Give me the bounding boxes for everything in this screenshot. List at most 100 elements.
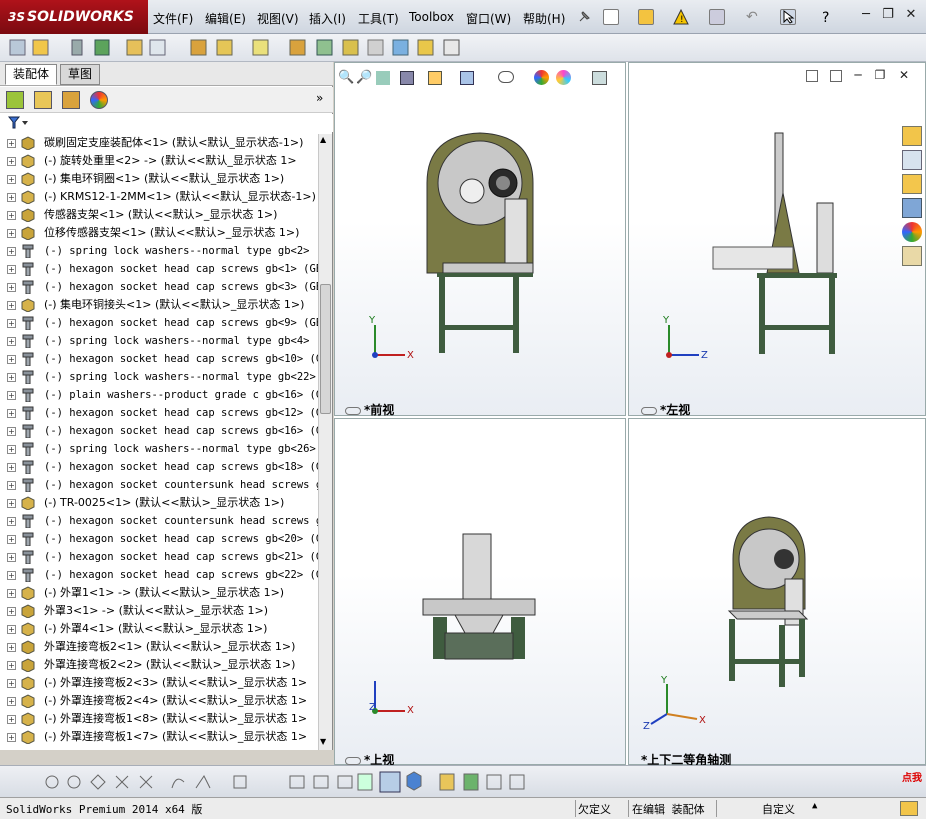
tree-item[interactable]: + (-) hexagon socket head cap screws gb<1… [0, 350, 318, 368]
home-icon[interactable] [902, 126, 922, 146]
new-document-icon[interactable] [603, 9, 619, 25]
open-folder-icon[interactable] [638, 9, 654, 25]
tree-item[interactable]: + (-) spring lock washers--normal type gb… [0, 368, 318, 386]
expand-toggle-icon[interactable]: + [7, 211, 16, 220]
tree-item[interactable]: + (-) hexagon socket head cap screws gb<1… [0, 422, 318, 440]
tree-item[interactable]: + (-) hexagon socket head cap screws gb<2… [0, 530, 318, 548]
tree-item[interactable]: + (-) spring lock washers--normal type gb… [0, 242, 318, 260]
tree-item[interactable]: + (-) 旋转处重里<2> -> (默认<<默认_显示状态 1> [0, 152, 318, 170]
section-view-icon[interactable] [400, 71, 414, 85]
tree-item[interactable]: + (-) 外罩连接弯板1<7> (默认<<默认>_显示状态 1> [0, 728, 318, 746]
tree-item[interactable]: + (-) TR-0025<1> (默认<<默认>_显示状态 1>) [0, 494, 318, 512]
expand-toggle-icon[interactable]: + [7, 517, 16, 526]
dynamic-annotation-icon[interactable] [428, 71, 442, 85]
expand-toggle-icon[interactable]: + [7, 715, 16, 724]
menu-tools[interactable]: 工具(T) [358, 10, 399, 27]
expand-chevron-icon[interactable]: » [316, 91, 323, 105]
apply-scene-icon[interactable] [556, 70, 571, 85]
design-library-icon[interactable] [902, 150, 922, 170]
corner-badge[interactable]: 点我 [902, 769, 926, 789]
tree-item[interactable]: + (-) spring lock washers--normal type gb… [0, 440, 318, 458]
scroll-down-icon[interactable]: ▼ [320, 737, 326, 746]
expand-toggle-icon[interactable]: + [7, 481, 16, 490]
menu-window[interactable]: 窗口(W) [466, 10, 511, 27]
tree-item[interactable]: + (-) hexagon socket head cap screws gb<2… [0, 566, 318, 584]
expand-toggle-icon[interactable]: + [7, 265, 16, 274]
tree-item[interactable]: + (-) 外罩连接弯板2<3> (默认<<默认>_显示状态 1> [0, 674, 318, 692]
menu-insert[interactable]: 插入(I) [309, 10, 346, 27]
tree-item[interactable]: + 外罩3<1> -> (默认<<默认>_显示状态 1>) [0, 602, 318, 620]
doc-restore-icon[interactable]: ❐ [872, 68, 888, 84]
expand-toggle-icon[interactable]: + [7, 625, 16, 634]
expand-toggle-icon[interactable]: + [7, 157, 16, 166]
expand-toggle-icon[interactable]: + [7, 193, 16, 202]
units-dropdown-icon[interactable]: ▲ [812, 801, 817, 811]
scroll-up-icon[interactable]: ▲ [320, 135, 326, 144]
expand-toggle-icon[interactable]: + [7, 139, 16, 148]
expand-toggle-icon[interactable]: + [7, 535, 16, 544]
scroll-thumb[interactable] [320, 284, 331, 414]
expand-toggle-icon[interactable]: + [7, 445, 16, 454]
tab-assembly[interactable]: 装配体 [5, 64, 58, 85]
tree-item[interactable]: + (-) hexagon socket head cap screws gb<3… [0, 278, 318, 296]
view-orientation-icon[interactable] [460, 71, 474, 85]
undo-icon[interactable]: ↶ [746, 9, 762, 25]
tree-item[interactable]: + 位移传感器支架<1> (默认<<默认>_显示状态 1>) [0, 224, 318, 242]
expand-toggle-icon[interactable]: + [7, 607, 16, 616]
tree-item[interactable]: + (-) hexagon socket head cap screws gb<2… [0, 548, 318, 566]
graphics-area[interactable]: Y X *前视 Y Z *左视 Z X *上视 Y Z X *上下二等角轴测 🔍… [334, 62, 926, 767]
expand-toggle-icon[interactable]: + [7, 319, 16, 328]
tree-item[interactable]: + 外罩连接弯板2<1> (默认<<默认>_显示状态 1>) [0, 638, 318, 656]
expand-toggle-icon[interactable]: + [7, 733, 16, 742]
tree-item[interactable]: + (-) spring lock washers--normal type gb… [0, 332, 318, 350]
tree-item[interactable]: + (-) hexagon socket head cap screws gb<1… [0, 458, 318, 476]
hide-show-items-icon[interactable] [498, 71, 514, 83]
expand-toggle-icon[interactable]: + [7, 553, 16, 562]
menu-toolbox[interactable]: Toolbox [409, 10, 454, 24]
expand-toggle-icon[interactable]: + [7, 247, 16, 256]
filter-icon[interactable] [8, 115, 32, 131]
expand-toggle-icon[interactable]: + [7, 391, 16, 400]
minimize-icon[interactable]: ─ [858, 8, 874, 24]
help-icon[interactable]: ? [822, 10, 829, 26]
configuration-manager-icon[interactable] [62, 91, 80, 109]
tree-item[interactable]: + 碳刷固定支座装配体<1> (默认<默认_显示状态-1>) [0, 134, 318, 152]
expand-toggle-icon[interactable]: + [7, 229, 16, 238]
expand-toggle-icon[interactable]: + [7, 643, 16, 652]
units-selector[interactable]: 自定义 [762, 801, 795, 817]
expand-toggle-icon[interactable]: + [7, 679, 16, 688]
expand-toggle-icon[interactable]: + [7, 373, 16, 382]
doc-close-icon[interactable]: ✕ [896, 68, 912, 84]
tree-item[interactable]: + (-) hexagon socket head cap screws gb<1… [0, 260, 318, 278]
tab-sketch[interactable]: 草图 [60, 64, 101, 85]
rebuild-icon[interactable] [900, 801, 918, 816]
tree-item[interactable]: + 传感器支架<1> (默认<<默认>_显示状态 1>) [0, 206, 318, 224]
warning-icon[interactable]: ! [673, 8, 689, 25]
restore-icon[interactable]: ❐ [880, 8, 896, 24]
expand-toggle-icon[interactable]: + [7, 337, 16, 346]
viewport-top[interactable]: Z X *上视 [334, 418, 626, 767]
expand-toggle-icon[interactable]: + [7, 571, 16, 580]
tree-scrollbar[interactable]: ▲ ▼ [318, 134, 332, 750]
tree-item[interactable]: + (-) KRMS12-1-2MM<1> (默认<<默认_显示状态-1>) [0, 188, 318, 206]
viewport-dimetric[interactable]: Y Z X *上下二等角轴测 [628, 418, 926, 767]
expand-toggle-icon[interactable]: + [7, 301, 16, 310]
property-manager-icon[interactable] [34, 91, 52, 109]
tree-item[interactable]: + (-) hexagon socket head cap screws gb<1… [0, 404, 318, 422]
appearance-manager-icon[interactable] [90, 91, 108, 109]
previous-view-icon[interactable] [376, 71, 390, 85]
tree-item[interactable]: + (-) hexagon socket countersunk head scr… [0, 476, 318, 494]
zoom-fit-icon[interactable]: 🔍 [338, 70, 354, 85]
expand-toggle-icon[interactable]: + [7, 499, 16, 508]
viewport-single-icon[interactable] [806, 70, 818, 82]
pin-icon[interactable] [576, 9, 592, 25]
zoom-area-icon[interactable]: 🔎 [356, 70, 372, 85]
appearances-icon[interactable] [902, 222, 922, 242]
tree-item[interactable]: + (-) hexagon socket head cap screws gb<9… [0, 314, 318, 332]
expand-toggle-icon[interactable]: + [7, 355, 16, 364]
tree-item[interactable]: + 外罩连接弯板2<2> (默认<<默认>_显示状态 1>) [0, 656, 318, 674]
menu-edit[interactable]: 编辑(E) [205, 10, 246, 27]
view-palette-icon[interactable] [902, 198, 922, 218]
solidworks-logo[interactable]: 3S SOLIDWORKS [0, 0, 148, 34]
expand-toggle-icon[interactable]: + [7, 427, 16, 436]
